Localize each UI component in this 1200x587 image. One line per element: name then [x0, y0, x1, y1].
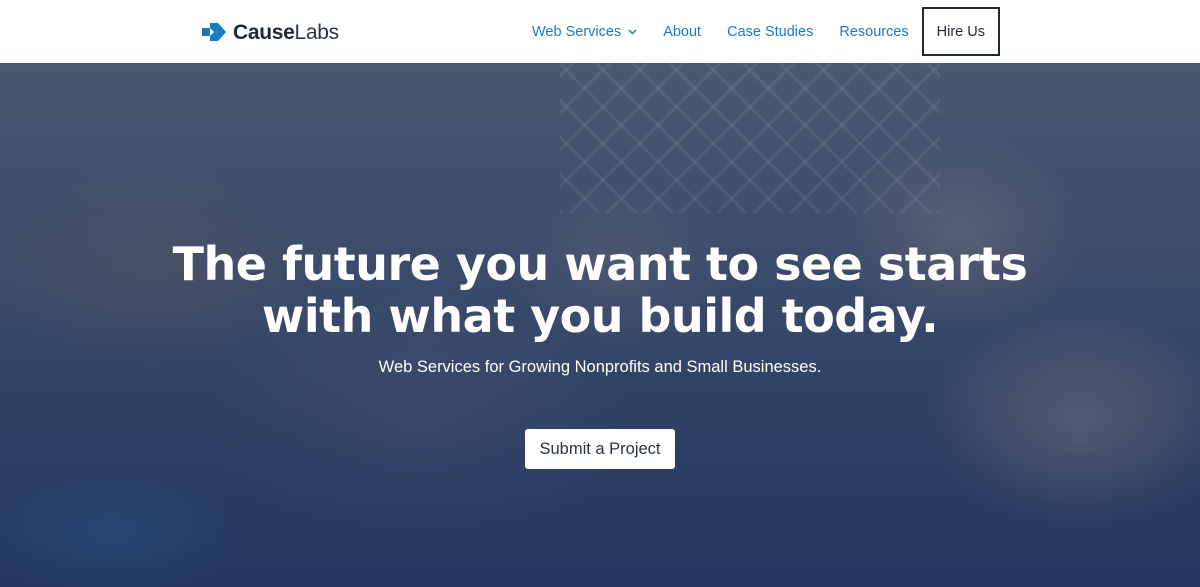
hero-content: The future you want to see starts with w… [0, 63, 1200, 587]
nav-item-resources[interactable]: Resources [839, 24, 908, 40]
logo-wordmark: CauseLabs [233, 22, 339, 43]
logo-text-labs: Labs [294, 20, 340, 44]
site-logo[interactable]: CauseLabs [200, 19, 339, 45]
nav-item-label: Web Services [532, 23, 622, 40]
chevron-down-icon [628, 29, 637, 34]
nav-item-web-services[interactable]: Web Services [532, 24, 637, 40]
hero-headline-line-2: with what you build today. [261, 289, 939, 343]
nav-item-about[interactable]: About [663, 24, 701, 40]
main-nav: Web Services About Case Studies Resource… [532, 0, 1000, 63]
hero-headline: The future you want to see starts with w… [0, 238, 1200, 342]
causelabs-logo-icon [202, 23, 226, 41]
hero-headline-line-1: The future you want to see starts [172, 237, 1028, 291]
nav-item-case-studies[interactable]: Case Studies [727, 24, 813, 40]
submit-project-button[interactable]: Submit a Project [525, 429, 675, 469]
hire-us-button[interactable]: Hire Us [921, 7, 1000, 56]
hero-subheadline: Web Services for Growing Nonprofits and … [378, 358, 822, 376]
hero-section: The future you want to see starts with w… [0, 63, 1200, 587]
logo-text-cause: Cause [233, 20, 295, 44]
site-header: CauseLabs Web Services About Case Studie… [0, 0, 1200, 63]
